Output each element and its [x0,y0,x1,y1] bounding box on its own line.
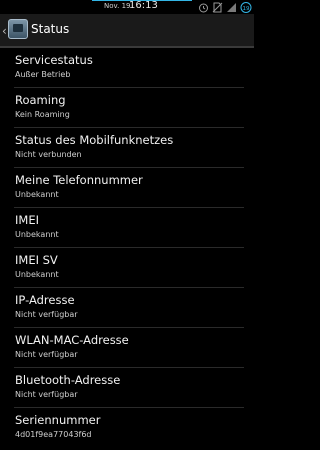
item-label: IP-Adresse [15,293,75,307]
item-value: Nicht verfügbar [15,350,78,359]
item-value: Unbekannt [15,270,59,279]
list-item: Bluetooth-Adresse Nicht verfügbar [14,368,244,408]
item-label: Roaming [15,93,66,107]
list-item: Roaming Kein Roaming [14,88,244,128]
battery-icon: 19 [240,2,252,13]
page-title: Status [31,22,70,36]
settings-app-icon[interactable] [8,19,28,39]
action-bar: ‹ Status [0,14,254,48]
item-label: Servicestatus [15,53,93,67]
item-label: IMEI SV [15,253,58,267]
item-value: Kein Roaming [15,110,70,119]
item-label: Bluetooth-Adresse [15,373,121,387]
battery-level-text: 19 [243,6,250,12]
status-bar: Nov. 19 16:13 19 [0,0,254,14]
status-list: Servicestatus Außer Betrieb Roaming Kein… [0,48,254,448]
back-chevron-icon[interactable]: ‹ [2,24,7,38]
item-label: Meine Telefonnummer [15,173,143,187]
signal-icon [227,3,236,12]
item-value: Unbekannt [15,190,59,199]
status-date: Nov. 19 [104,2,131,10]
item-value: Unbekannt [15,230,59,239]
status-time: 16:13 [129,0,158,11]
item-value: Nicht verbunden [15,150,82,159]
list-item: WLAN-MAC-Adresse Nicht verfügbar [14,328,244,368]
list-item: Meine Telefonnummer Unbekannt [14,168,244,208]
list-item: Status des Mobilfunknetzes Nicht verbund… [14,128,244,168]
item-label: IMEI [15,213,39,227]
item-value: Nicht verfügbar [15,390,78,399]
list-item: Seriennummer 4d01f9ea77043f6d [14,408,244,448]
alarm-icon [199,3,208,13]
item-value: Außer Betrieb [15,70,71,79]
list-item: IMEI Unbekannt [14,208,244,248]
item-value: 4d01f9ea77043f6d [15,430,92,439]
item-label: Status des Mobilfunknetzes [15,133,174,147]
item-label: Seriennummer [15,413,101,427]
no-sim-icon [212,2,223,13]
item-value: Nicht verfügbar [15,310,78,319]
list-item: IP-Adresse Nicht verfügbar [14,288,244,328]
list-item: Servicestatus Außer Betrieb [14,48,244,88]
item-label: WLAN-MAC-Adresse [15,333,129,347]
list-item: IMEI SV Unbekannt [14,248,244,288]
